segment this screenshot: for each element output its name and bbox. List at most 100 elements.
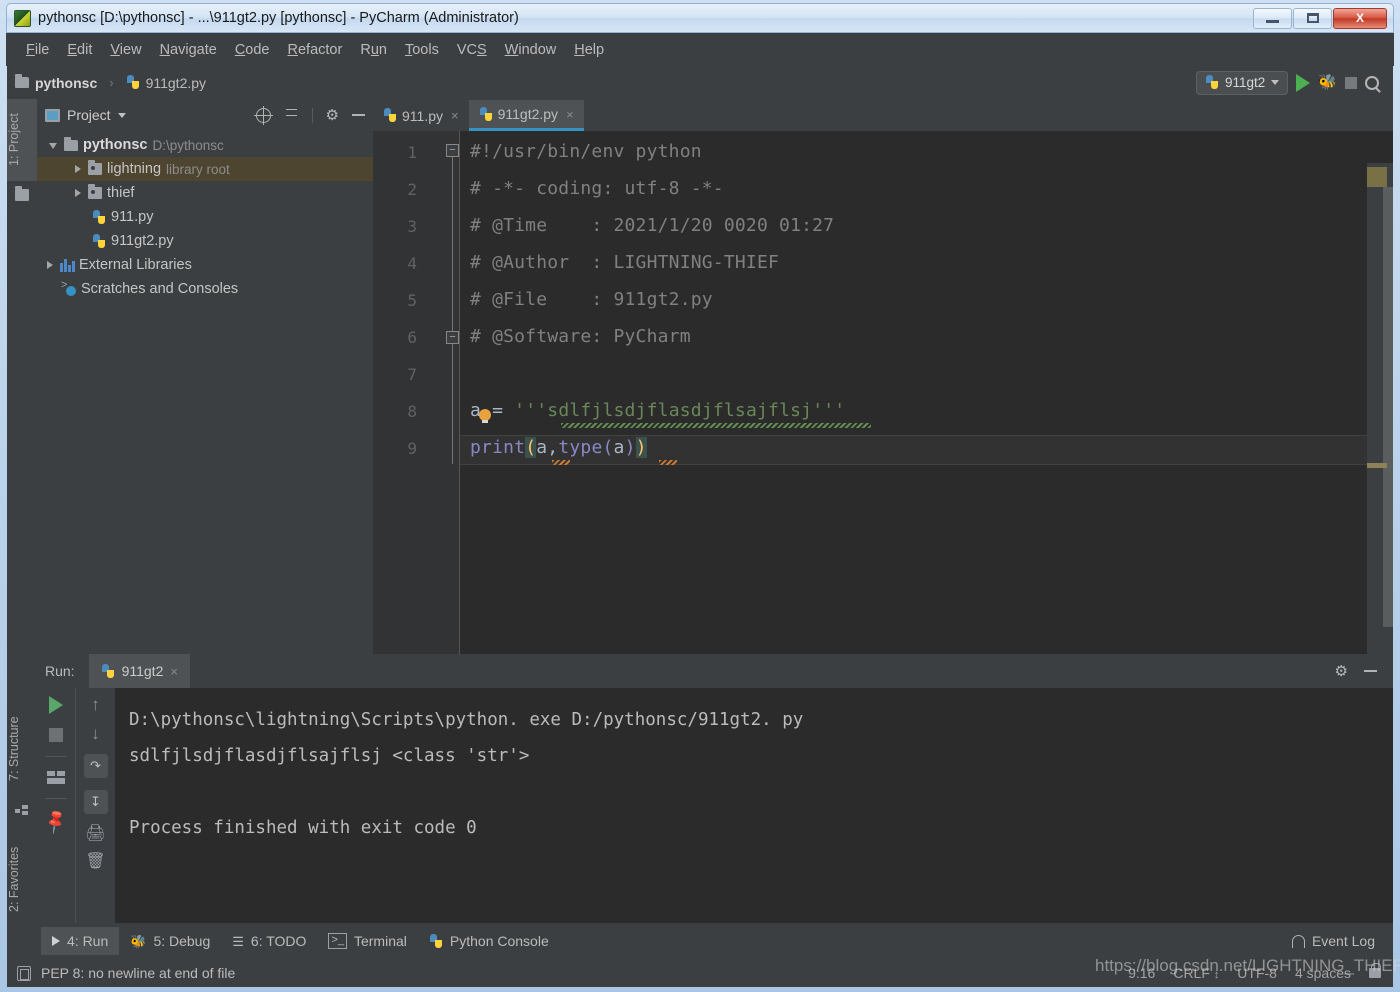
rerun-icon[interactable] xyxy=(49,696,63,714)
tree-node-lightning[interactable]: lightning library root xyxy=(37,157,373,181)
bottom-tool-bar: 4: Run 🐝 5: Debug ☰ 6: TODO >_ Terminal … xyxy=(7,923,1393,959)
breadcrumb-file[interactable]: 911gt2.py xyxy=(146,75,206,91)
run-button[interactable] xyxy=(1296,73,1311,92)
editor-scrollbar[interactable] xyxy=(1367,163,1393,654)
run-configuration-selector[interactable]: 911gt2 xyxy=(1196,70,1289,95)
intention-bulb-icon[interactable] xyxy=(479,409,491,423)
close-button[interactable]: X xyxy=(1333,7,1387,29)
bottom-tab-terminal[interactable]: >_ Terminal xyxy=(317,927,417,955)
run-tab-label: 911gt2 xyxy=(121,663,164,679)
down-arrow-icon[interactable]: ↓ xyxy=(91,725,100,742)
stop-icon[interactable] xyxy=(49,728,63,742)
library-icon xyxy=(88,184,102,199)
close-icon[interactable]: × xyxy=(170,664,178,679)
pin-icon[interactable]: 📌 xyxy=(42,808,70,836)
chevron-down-icon[interactable] xyxy=(49,140,59,150)
code-func-type: type xyxy=(558,437,603,458)
console-line-1: D:\pythonsc\lightning\Scripts\python. ex… xyxy=(129,710,804,730)
maximize-button[interactable] xyxy=(1293,7,1332,29)
python-file-icon xyxy=(479,106,493,122)
menu-tools[interactable]: Tools xyxy=(396,40,448,60)
console-output[interactable]: D:\pythonsc\lightning\Scripts\python. ex… xyxy=(115,688,1393,923)
tree-node-pythonsc[interactable]: pythonsc D:\pythonsc xyxy=(37,133,373,157)
minimize-button[interactable] xyxy=(1253,7,1292,29)
trash-icon[interactable]: 🗑 xyxy=(85,854,105,870)
breadcrumb-project[interactable]: pythonsc xyxy=(35,75,97,91)
sidebar-tab-favorites[interactable]: 2: Favorites xyxy=(7,829,37,929)
breadcrumb: pythonsc › 911gt2.py xyxy=(15,74,206,91)
search-icon[interactable] xyxy=(1365,75,1379,90)
menu-file[interactable]: File xyxy=(17,40,58,60)
collapse-all-icon[interactable] xyxy=(284,108,299,123)
navbar-actions: 911gt2 🐝 xyxy=(1196,70,1393,95)
code-line-2: # -*- coding: utf-8 -*- xyxy=(470,178,724,199)
print-icon[interactable]: 🖨 xyxy=(85,826,105,842)
encoding[interactable]: UTF-8 xyxy=(1237,965,1277,981)
code-editor[interactable]: 1 2 3 4 5 6 7 8 9 − − #!/usr/bin/env pyt… xyxy=(373,131,1393,654)
inspection-icon[interactable] xyxy=(17,965,31,981)
menu-code[interactable]: Code xyxy=(226,40,279,60)
chevron-right-icon[interactable] xyxy=(73,164,83,174)
menu-navigate[interactable]: Navigate xyxy=(151,40,226,60)
chevron-right-icon[interactable] xyxy=(73,188,83,198)
tab-911py[interactable]: 911.py × xyxy=(373,100,469,131)
close-icon[interactable]: × xyxy=(451,108,459,123)
tree-label: 911gt2.py xyxy=(111,233,174,249)
project-folder-icon[interactable] xyxy=(15,186,29,201)
run-toolbar-left: 📌 xyxy=(37,688,75,923)
layout-icon[interactable] xyxy=(47,771,65,784)
fold-region-start-icon[interactable]: − xyxy=(446,144,459,157)
sidebar-tab-project[interactable]: 1: Project xyxy=(7,99,37,181)
hide-icon[interactable] xyxy=(1364,670,1377,672)
fold-region-end-icon[interactable]: − xyxy=(446,331,459,344)
stop-button[interactable] xyxy=(1345,76,1357,89)
gear-icon[interactable]: ⚙ xyxy=(1335,664,1348,679)
python-icon xyxy=(101,663,115,679)
sidebar-tab-structure[interactable]: 7: Structure xyxy=(7,699,37,799)
bottom-tab-python-console[interactable]: Python Console xyxy=(418,927,560,955)
scroll-to-end-icon[interactable]: ↧ xyxy=(83,790,108,814)
tree-label: thief xyxy=(107,185,135,201)
tab-911gt2py[interactable]: 911gt2.py × xyxy=(468,100,584,131)
line-number: 8 xyxy=(407,402,417,421)
menu-help[interactable]: Help xyxy=(565,40,613,60)
python-file-icon xyxy=(126,75,140,90)
menu-refactor[interactable]: Refactor xyxy=(279,40,352,60)
menu-run[interactable]: Run xyxy=(351,40,396,60)
menu-view[interactable]: View xyxy=(101,40,150,60)
run-tab-911gt2[interactable]: 911gt2 × xyxy=(88,654,190,688)
code-line-1: #!/usr/bin/env python xyxy=(470,141,702,162)
tree-node-911gt2py[interactable]: 911gt2.py xyxy=(37,229,373,253)
tree-node-thief[interactable]: thief xyxy=(37,181,373,205)
locate-icon[interactable] xyxy=(253,105,273,125)
menu-window[interactable]: Window xyxy=(496,40,566,60)
bottom-tab-run[interactable]: 4: Run xyxy=(41,927,120,955)
lock-icon[interactable] xyxy=(1369,963,1381,978)
chevron-right-icon[interactable] xyxy=(45,260,55,270)
warning-marker[interactable] xyxy=(1367,463,1387,468)
chevron-down-icon[interactable] xyxy=(117,112,126,118)
scrollbar-thumb[interactable] xyxy=(1383,187,1393,627)
bottom-tab-todo[interactable]: ☰ 6: TODO xyxy=(221,927,317,955)
editor-gutter[interactable]: 1 2 3 4 5 6 7 8 9 − − xyxy=(373,131,460,654)
indent-setting[interactable]: 4 spaces xyxy=(1295,965,1351,981)
hide-icon[interactable] xyxy=(352,114,365,116)
event-log-button[interactable]: Event Log xyxy=(1291,933,1393,949)
gear-icon[interactable]: ⚙ xyxy=(326,108,339,123)
debug-button[interactable]: 🐝 xyxy=(1318,75,1337,90)
tree-node-scratches[interactable]: Scratches and Consoles xyxy=(37,277,373,301)
inspection-marker[interactable] xyxy=(1367,167,1387,187)
up-arrow-icon[interactable]: ↑ xyxy=(91,696,100,713)
python-icon xyxy=(1205,75,1219,90)
code-text[interactable]: #!/usr/bin/env python # -*- coding: utf-… xyxy=(460,131,1393,654)
menu-vcs[interactable]: VCS xyxy=(448,40,496,60)
menu-edit[interactable]: Edit xyxy=(58,40,101,60)
close-icon[interactable]: × xyxy=(566,107,574,122)
tree-node-external-libraries[interactable]: External Libraries xyxy=(37,253,373,277)
line-separator[interactable]: CRLF ↕ xyxy=(1173,965,1219,981)
caret-position[interactable]: 9:16 xyxy=(1128,965,1155,981)
soft-wrap-icon[interactable]: ↷ xyxy=(83,754,108,778)
structure-icon[interactable] xyxy=(15,805,29,817)
bottom-tab-debug[interactable]: 🐝 5: Debug xyxy=(119,927,221,955)
tree-node-911py[interactable]: 911.py xyxy=(37,205,373,229)
